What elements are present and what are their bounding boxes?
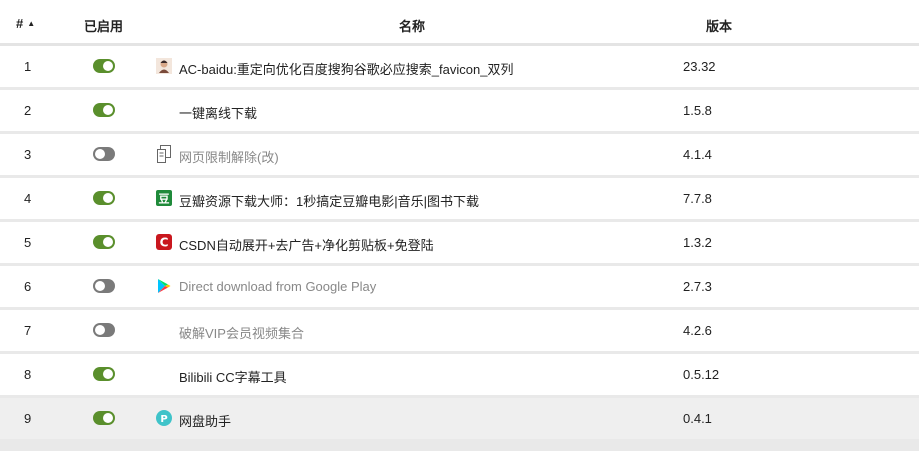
row-number: 5 [24, 235, 32, 250]
csdn-icon: C [155, 233, 173, 251]
row-number: 7 [24, 323, 32, 338]
script-version: 0.4.1 [683, 411, 712, 426]
script-name-link[interactable]: 一键离线下载 [179, 103, 257, 122]
script-name-link[interactable]: 网盘助手 [179, 411, 231, 430]
table-row[interactable]: 1 AC-baidu:重定向优化百度搜狗谷歌必应搜索_favicon_双列 23.3… [0, 46, 919, 87]
column-header-version[interactable]: 版本 [706, 16, 732, 35]
table-row[interactable]: 9 P 网盘助手 0.4.1 [0, 398, 919, 439]
column-header-name[interactable]: 名称 [399, 16, 425, 35]
douban-icon: 豆 [155, 189, 173, 207]
script-name-link[interactable]: 豆瓣资源下载大师：1秒搞定豆瓣电影|音乐|图书下载 [179, 191, 479, 210]
row-number: 3 [24, 147, 32, 162]
script-name-link[interactable]: Bilibili CC字幕工具 [179, 367, 287, 386]
script-version: 7.7.8 [683, 191, 712, 206]
table-row[interactable]: 8 Bilibili CC字幕工具 0.5.12 [0, 354, 919, 395]
sort-ascending-icon: ▲ [27, 19, 36, 28]
pan-helper-icon: P [155, 409, 173, 427]
enabled-toggle[interactable] [93, 147, 115, 161]
table-row[interactable]: 7 破解VIP会员视频集合 4.2.6 [0, 310, 919, 351]
toggle-knob [95, 281, 105, 291]
table-row[interactable]: 3 网页限制解除(改) 4.1.4 [0, 134, 919, 175]
toggle-knob [103, 413, 113, 423]
row-number: 9 [24, 411, 32, 426]
userscript-table: # ▲ 已启用 名称 版本 1 AC-baidu:重定向优化百度搜狗谷歌必应搜索_f… [0, 0, 919, 439]
enabled-toggle[interactable] [93, 279, 115, 293]
script-version: 2.7.3 [683, 279, 712, 294]
column-header-num[interactable]: # ▲ [16, 16, 35, 31]
script-version: 1.3.2 [683, 235, 712, 250]
script-name-link[interactable]: Direct download from Google Play [179, 279, 376, 294]
toggle-knob [95, 149, 105, 159]
enabled-toggle[interactable] [93, 235, 115, 249]
toggle-knob [103, 193, 113, 203]
svg-text:P: P [160, 414, 167, 425]
script-version: 23.32 [683, 59, 716, 74]
script-version: 1.5.8 [683, 103, 712, 118]
table-row[interactable]: 2 一键离线下载 1.5.8 [0, 90, 919, 131]
table-row[interactable]: 6 Direct download from Google Play 2.7.3 [0, 266, 919, 307]
row-number: 8 [24, 367, 32, 382]
enabled-toggle[interactable] [93, 367, 115, 381]
table-row[interactable]: 5 C CSDN自动展开+去广告+净化剪贴板+免登陆 1.3.2 [0, 222, 919, 263]
enabled-toggle[interactable] [93, 59, 115, 73]
toggle-knob [95, 325, 105, 335]
enabled-toggle[interactable] [93, 323, 115, 337]
svg-text:豆: 豆 [159, 193, 170, 206]
column-header-enabled[interactable]: 已启用 [84, 16, 123, 35]
script-name-link[interactable]: 网页限制解除(改) [179, 147, 279, 166]
row-number: 2 [24, 103, 32, 118]
table-body: 1 AC-baidu:重定向优化百度搜狗谷歌必应搜索_favicon_双列 23.3… [0, 46, 919, 439]
script-name-link[interactable]: AC-baidu:重定向优化百度搜狗谷歌必应搜索_favicon_双列 [179, 59, 513, 78]
table-header: # ▲ 已启用 名称 版本 [0, 0, 919, 46]
svg-text:C: C [160, 236, 169, 250]
toggle-knob [103, 237, 113, 247]
script-version: 4.1.4 [683, 147, 712, 162]
row-number: 1 [24, 59, 32, 74]
enabled-toggle[interactable] [93, 191, 115, 205]
script-name-link[interactable]: 破解VIP会员视频集合 [179, 323, 304, 342]
table-row[interactable]: 4 豆豆瓣资源下载大师：1秒搞定豆瓣电影|音乐|图书下载 7.7.8 [0, 178, 919, 219]
google-play-icon [155, 277, 173, 295]
toggle-knob [103, 61, 113, 71]
row-number: 4 [24, 191, 32, 206]
script-name-link[interactable]: CSDN自动展开+去广告+净化剪贴板+免登陆 [179, 235, 434, 254]
acbaidu-avatar-icon [155, 57, 173, 75]
row-number: 6 [24, 279, 32, 294]
toggle-knob [103, 105, 113, 115]
script-version: 4.2.6 [683, 323, 712, 338]
enabled-toggle[interactable] [93, 411, 115, 425]
toggle-knob [103, 369, 113, 379]
copy-document-icon [155, 145, 173, 163]
enabled-toggle[interactable] [93, 103, 115, 117]
script-version: 0.5.12 [683, 367, 720, 382]
